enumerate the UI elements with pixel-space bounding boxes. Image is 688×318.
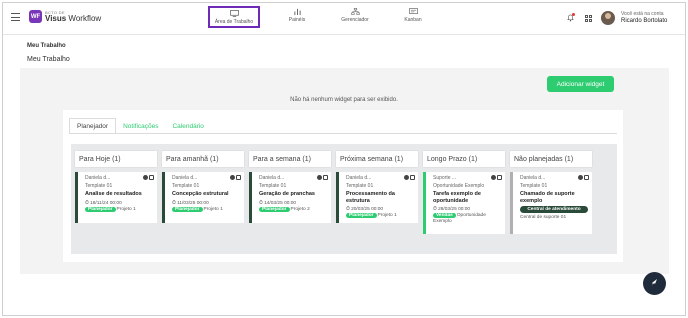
card-project: Central de suporte 01 (520, 215, 567, 221)
app-window: WF BCTO DE Visus Workflow Área de Trabal… (2, 2, 686, 316)
tab-calendario[interactable]: Calendário (165, 118, 210, 134)
task-card[interactable]: Daniela d... Template 01 Concepção estru… (162, 172, 244, 223)
card-template: Oportunidade Exemplo (433, 183, 485, 189)
task-card[interactable]: Suporte ... Oportunidade Exemplo Tarefa … (423, 172, 505, 234)
avatar[interactable] (601, 11, 615, 25)
card-date: ⏱ 11/03/25 00:00 (172, 200, 209, 206)
monitor-icon (229, 10, 239, 17)
avatar-icon (491, 175, 496, 180)
nav-gerenciador[interactable]: Gerenciador (329, 6, 381, 28)
card-date: ⏱ 18/11/24 00:00 (85, 200, 122, 206)
nav-label: Painéis (288, 17, 306, 23)
help-button[interactable] (643, 272, 666, 295)
panel-tabs: Planejador Notificações Calendário (69, 118, 211, 134)
avatar-icon (578, 175, 583, 180)
planner-panel: Planejador Notificações Calendário Para … (63, 110, 623, 262)
task-card[interactable]: Daniela d... Template 01 Chamado de supo… (510, 172, 592, 234)
sitemap-icon (350, 8, 360, 15)
nav-paineis[interactable]: Painéis (271, 6, 323, 28)
nav-kanban[interactable]: Kanban (387, 6, 439, 28)
breadcrumb: Meu Trabalho (27, 43, 66, 49)
kanban-icon (408, 8, 418, 14)
nav-label: Área de Trabalho (214, 19, 254, 25)
status-badge: Vendas (433, 213, 456, 219)
column-longo-prazo: Longo Prazo (1) Suporte ... Oportunidade… (423, 151, 505, 234)
tab-planejador[interactable]: Planejador (69, 118, 117, 134)
logo-mark: WF (29, 10, 42, 23)
task-card[interactable]: Daniela d... Template 01 Geração de pran… (249, 172, 331, 223)
user-account[interactable]: Você está na conta Ricardo Bortolato (621, 11, 668, 24)
top-bar: WF BCTO DE Visus Workflow Área de Trabal… (3, 3, 685, 35)
column-header: Para Hoje (1) (75, 151, 157, 167)
copy-icon[interactable] (149, 175, 154, 180)
card-template: Template 01 (85, 183, 113, 189)
card-project: Projeto 2 (290, 206, 310, 212)
card-template: Template 01 (172, 183, 200, 189)
card-date: ⏱ 14/03/25 00:00 (259, 200, 297, 206)
task-card[interactable]: Daniela d... Template 01 Processamento d… (336, 172, 418, 223)
card-project: Projeto 1 (377, 213, 397, 219)
avatar-icon (143, 175, 148, 180)
account-caption: Você está na conta (621, 11, 664, 17)
card-title: Chamado de suporte exemplo (520, 191, 575, 204)
card-date: ⏱ 20/03/25 00:00 (346, 207, 384, 213)
column-para-a-semana: Para a semana (1) Daniela d... Template … (249, 151, 331, 223)
nav-label: Gerenciador (341, 17, 369, 23)
avatar-icon (404, 175, 409, 180)
column-header: Não planejadas (1) (510, 151, 592, 167)
nav-label: Kanban (404, 17, 422, 23)
status-badge: Planejador (346, 213, 377, 219)
menu-icon[interactable] (11, 13, 20, 21)
add-widget-button[interactable]: Adicionar widget (547, 76, 614, 92)
card-template: Template 01 (259, 183, 287, 189)
planner-board: Para Hoje (1) Daniela d... Template 01 A… (71, 144, 617, 254)
tab-notificacoes[interactable]: Notificações (116, 118, 165, 134)
column-nao-planejadas: Não planejadas (1) Daniela d... Template… (510, 151, 592, 234)
apps-grid-icon[interactable] (585, 15, 592, 22)
tabs-divider (69, 133, 617, 134)
copy-icon[interactable] (584, 175, 589, 180)
copy-icon[interactable] (410, 175, 415, 180)
column-proxima-semana: Próxima semana (1) Daniela d... Template… (336, 151, 418, 223)
card-project: Projeto 1 (203, 206, 223, 212)
card-title: Concepção estrutural (172, 191, 229, 197)
card-template: Template 01 (520, 183, 548, 189)
card-template: Template 01 (346, 183, 374, 189)
avatar-icon (230, 175, 235, 180)
page-title: Meu Trabalho (27, 56, 70, 63)
column-header: Próxima semana (1) (336, 151, 418, 167)
app-logo[interactable]: WF BCTO DE Visus Workflow (29, 10, 101, 23)
column-para-hoje: Para Hoje (1) Daniela d... Template 01 A… (75, 151, 157, 223)
copy-icon[interactable] (323, 175, 328, 180)
empty-widgets-message: Não há nenhum widget para ser exibido. (290, 97, 398, 103)
user-name: Ricardo Bortolato (621, 17, 668, 24)
task-card[interactable]: Daniela d... Template 01 Analise de resu… (75, 172, 157, 223)
card-date: ⏱ 28/03/25 00:00 (433, 207, 471, 213)
column-header: Longo Prazo (1) (423, 151, 505, 167)
copy-icon[interactable] (497, 175, 502, 180)
copy-icon[interactable] (236, 175, 241, 180)
rocket-icon (651, 279, 657, 287)
card-title: Geração de pranchas (259, 191, 315, 197)
column-header: Para a semana (1) (249, 151, 331, 167)
status-badge: Planejador (172, 206, 203, 212)
status-badge: Planejador (259, 206, 290, 212)
nav-area-de-trabalho[interactable]: Área de Trabalho (208, 6, 260, 28)
status-badge: Central de atendimento (520, 206, 588, 214)
column-para-amanha: Para amanhã (1) Daniela d... Template 01… (162, 151, 244, 223)
card-project: Projeto 1 (116, 206, 136, 212)
status-badge: Planejador (85, 206, 116, 212)
column-header: Para amanhã (1) (162, 151, 244, 167)
bar-chart-icon (293, 8, 301, 15)
avatar-icon (317, 175, 322, 180)
logo-name: Visus Workflow (45, 13, 102, 23)
card-title: Processamento da estrutura (346, 191, 395, 204)
card-title: Analise de resultados (85, 191, 142, 197)
notification-dot (572, 13, 575, 16)
card-title: Tarefa exemplo de oportunidade (433, 191, 481, 204)
